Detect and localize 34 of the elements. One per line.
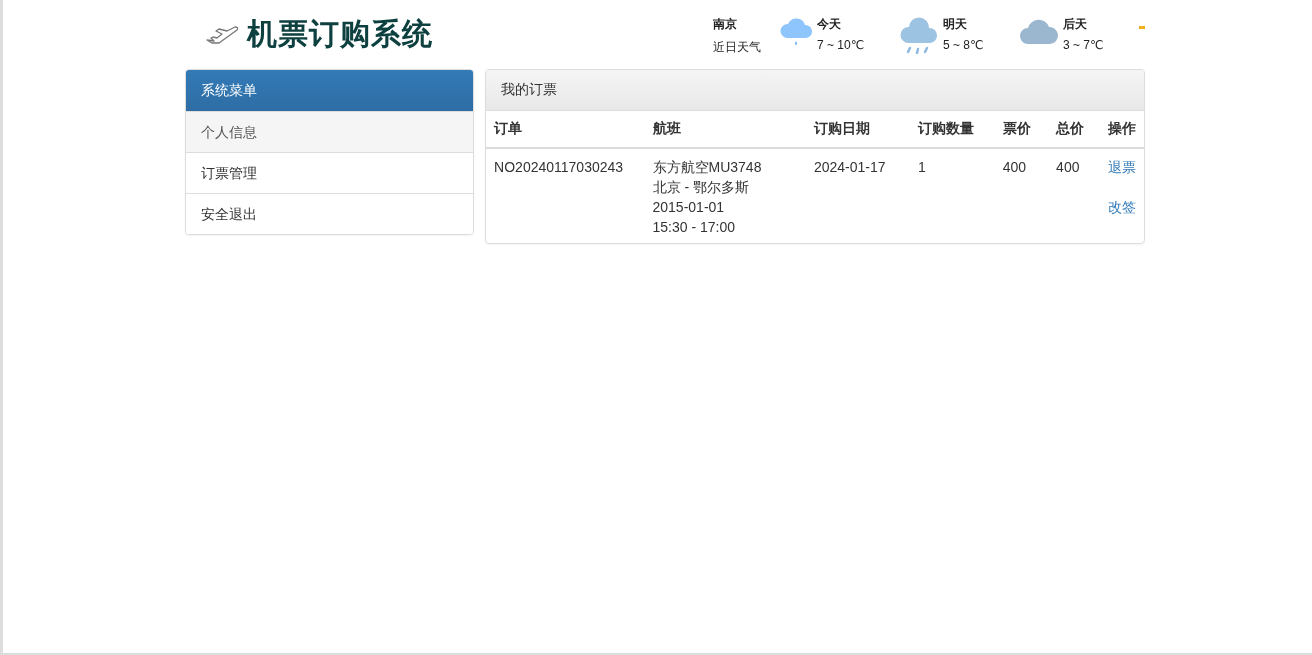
column-header: 订购数量 [909, 111, 995, 148]
column-header: 订单 [486, 111, 645, 148]
total-price: 400 [1056, 159, 1080, 175]
temperature-range: 5 ~ 8℃ [943, 37, 984, 52]
flight-info: 2015-01-01 [652, 198, 726, 217]
day-label: 后天 [1063, 15, 1088, 33]
dash-icon [1139, 25, 1145, 29]
column-header: 订购日期 [805, 111, 910, 148]
menu-item[interactable]: 订票管理 [186, 152, 474, 193]
order-number: NO20240117030243 [494, 159, 624, 175]
flight-info: 15:30 - 17:00 [652, 218, 737, 237]
temperature-range: 3 ~ 7℃ [1063, 37, 1104, 52]
city-name: 南京 [713, 15, 738, 33]
order-date: 2024-01-17 [813, 159, 886, 175]
column-header: 航班 [644, 111, 806, 148]
ticket-price: 400 [1002, 159, 1026, 175]
flight-info: 东方航空MU3748 [652, 158, 763, 177]
column-header: 票价 [994, 111, 1049, 148]
column-header: 操作 [1099, 111, 1144, 148]
temperature-range: 7 ~ 10℃ [817, 37, 865, 52]
day-label: 明天 [943, 15, 968, 33]
weather-caption: 近日天气 [713, 38, 762, 56]
menu-item[interactable]: 安全退出 [186, 193, 474, 234]
menu-header: 系统菜单 [186, 70, 474, 111]
airplane-icon [205, 23, 239, 46]
day-label: 今天 [817, 15, 842, 33]
site-title: 机票订购系统 [247, 15, 433, 53]
menu-item[interactable]: 个人信息 [186, 111, 474, 152]
column-header: 总价 [1048, 111, 1100, 148]
panel-title: 我的订票 [486, 70, 1144, 111]
flight-info: 北京 - 鄂尔多斯 [652, 178, 750, 197]
action-link[interactable]: 改签 [1107, 197, 1136, 217]
ticket-quantity: 1 [917, 159, 926, 175]
action-link[interactable]: 退票 [1107, 157, 1136, 177]
